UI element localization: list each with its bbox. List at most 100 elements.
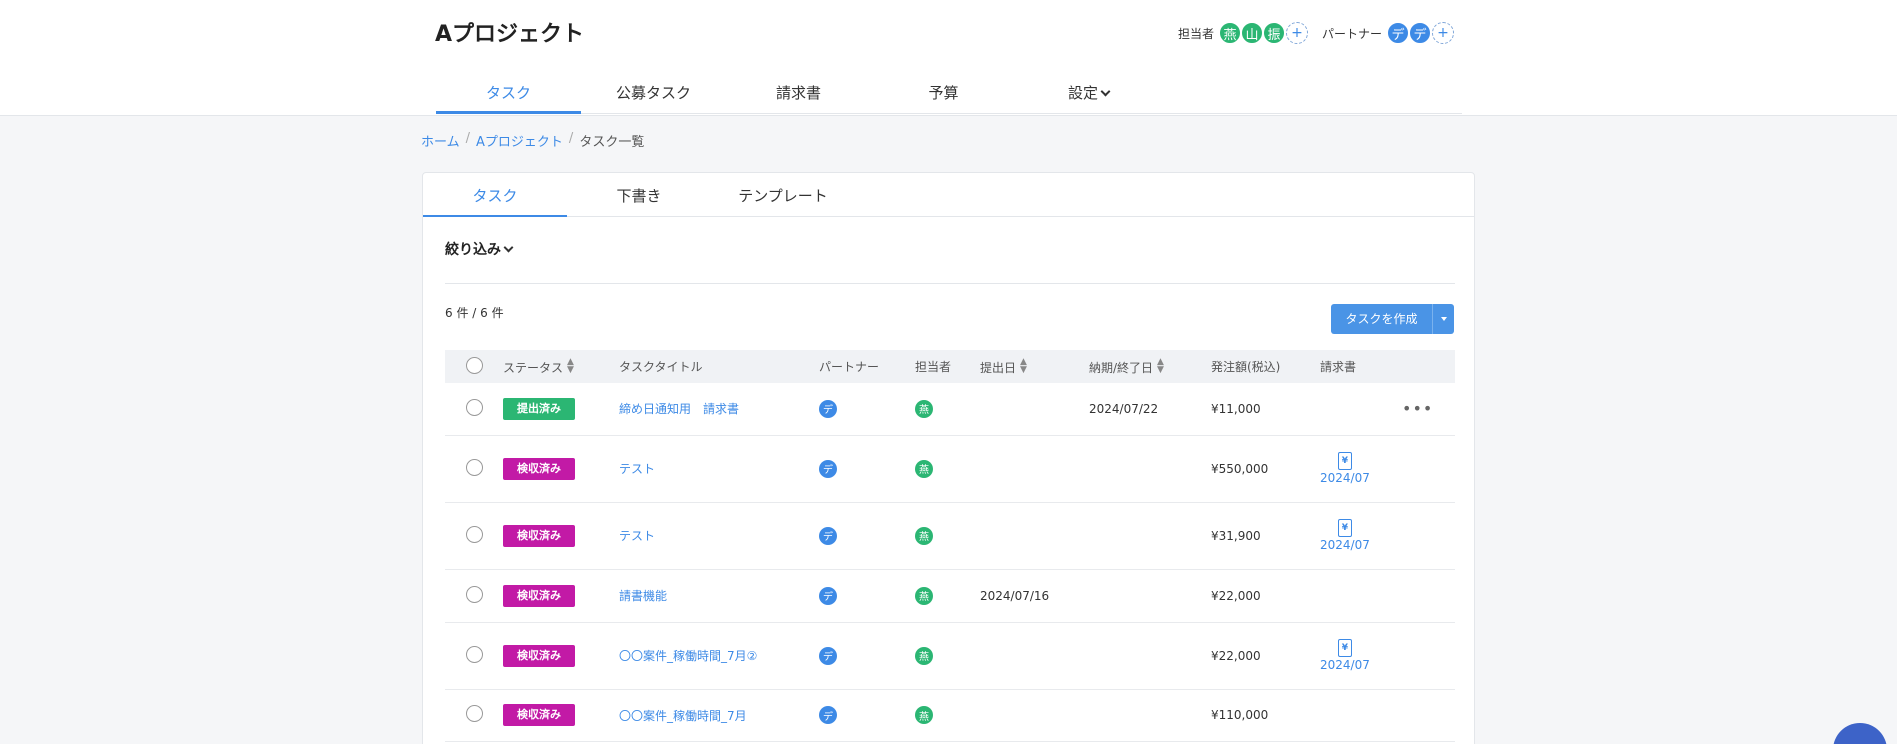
breadcrumb-current: タスク一覧 [579, 135, 645, 150]
assignee-avatar: 燕 [915, 526, 933, 545]
filter-label: 絞り込み [445, 242, 501, 258]
task-title-link[interactable]: 〇〇案件_稼働時間_7月 [619, 709, 747, 723]
breadcrumb-separator: / [568, 131, 574, 146]
due-date [1089, 689, 1211, 741]
invoice-document-icon: ¥ [1337, 519, 1352, 537]
table-row: 検収済み 請書機能 デ 燕 2024/07/16 ¥22,000 [445, 569, 1455, 622]
subtab-tasks[interactable]: タスク [423, 173, 567, 217]
create-task-button[interactable]: タスクを作成 [1331, 304, 1432, 334]
sort-icon: ▲ ▼ [1020, 356, 1027, 375]
header-status[interactable]: ステータス ▲ ▼ [503, 350, 619, 383]
invoice-month: 2024/07 [1320, 471, 1370, 485]
filter-toggle[interactable]: 絞り込み [445, 239, 514, 259]
task-title-link[interactable]: テスト [619, 529, 655, 543]
invoice-month: 2024/07 [1320, 658, 1370, 672]
order-amount: ¥22,000 [1211, 648, 1261, 663]
chat-widget-button[interactable] [1833, 723, 1887, 744]
tab-tasks[interactable]: タスク [436, 72, 581, 114]
divider [445, 283, 1455, 284]
top-header: Aプロジェクト 担当者 燕 山 振 + パートナー デ デ + タスク 公募タス… [0, 0, 1897, 116]
table-row: 提出済み 締め日通知用 請求書 デ 燕 2024/07/22 ¥11,000 •… [445, 383, 1455, 435]
project-title: Aプロジェクト [435, 22, 585, 47]
status-badge: 検収済み [503, 584, 575, 607]
add-assignee-button[interactable]: + [1286, 22, 1309, 44]
tab-invoices[interactable]: 請求書 [726, 72, 871, 113]
due-date [1089, 569, 1211, 622]
header-amount: 発注額(税込) [1211, 360, 1281, 374]
assignee-avatar[interactable]: 燕 [1218, 21, 1243, 45]
order-amount: ¥110,000 [1211, 708, 1269, 722]
due-date [1089, 622, 1211, 689]
task-table: ステータス ▲ ▼ タスクタイトル パートナー 担当者 提出日 ▲ ▼ 納期/終了日 ▲ ▼… [445, 350, 1455, 742]
due-date [1089, 435, 1211, 502]
header-invoice: 請求書 [1320, 360, 1357, 374]
assignee-avatar[interactable]: 山 [1240, 21, 1265, 45]
submitted-date: 2024/07/16 [980, 588, 1050, 603]
invoice-link[interactable]: ¥2024/07 [1320, 519, 1370, 552]
assignee-avatar: 燕 [915, 646, 933, 665]
sort-icon: ▲ ▼ [567, 356, 574, 375]
table-row: 検収済み テスト デ 燕 ¥31,900 ¥2024/07 [445, 502, 1455, 569]
partner-avatar: デ [819, 706, 837, 724]
row-select-checkbox[interactable] [466, 525, 483, 543]
status-badge: 提出済み [503, 397, 575, 420]
status-badge: 検収済み [503, 457, 575, 480]
header-title: タスクタイトル [619, 360, 703, 374]
add-partner-button[interactable]: + [1432, 22, 1455, 44]
tab-settings-label: 設定 [1067, 84, 1098, 102]
due-date: 2024/07/22 [1089, 401, 1159, 416]
invoice-document-icon: ¥ [1337, 452, 1352, 470]
assignee-avatar[interactable]: 振 [1262, 21, 1287, 45]
row-select-checkbox[interactable] [466, 585, 483, 603]
tab-public-tasks[interactable]: 公募タスク [581, 72, 726, 113]
partner-label: パートナー [1322, 26, 1383, 41]
subtab-templates[interactable]: テンプレート [711, 173, 855, 216]
task-title-link[interactable]: テスト [619, 462, 655, 476]
project-nav: タスク 公募タスク 請求書 予算 設定 [436, 72, 1462, 114]
partner-avatar: デ [819, 586, 837, 605]
order-amount: ¥22,000 [1211, 588, 1261, 603]
select-all-checkbox[interactable] [466, 356, 483, 374]
assignee-label: 担当者 [1178, 26, 1215, 41]
subtabs: タスク 下書き テンプレート [423, 173, 1474, 217]
partner-avatar[interactable]: デ [1408, 21, 1433, 45]
breadcrumb-project[interactable]: Aプロジェクト [476, 131, 563, 150]
tab-settings[interactable]: 設定 [1016, 72, 1161, 113]
row-select-checkbox[interactable] [466, 645, 483, 663]
task-title-link[interactable]: 請書機能 [619, 589, 667, 603]
task-list-card: タスク 下書き テンプレート 絞り込み 6 件 / 6 件 タスクを作成 ステー… [422, 172, 1475, 744]
header-partner: パートナー [819, 360, 880, 374]
due-date [1089, 502, 1211, 569]
row-select-checkbox[interactable] [466, 458, 483, 476]
submitted-date [980, 435, 1089, 502]
more-menu-icon[interactable]: ••• [1402, 399, 1433, 418]
table-row: 検収済み 〇〇案件_稼働時間_7月② デ 燕 ¥22,000 ¥2024/07 [445, 622, 1455, 689]
subtab-drafts[interactable]: 下書き [567, 173, 711, 216]
sort-icon: ▲ ▼ [1157, 356, 1164, 375]
invoice-link[interactable]: ¥2024/07 [1320, 639, 1370, 672]
invoice-document-icon: ¥ [1337, 639, 1352, 657]
tab-budget[interactable]: 予算 [871, 72, 1016, 113]
row-select-checkbox[interactable] [466, 398, 483, 416]
invoice-link[interactable]: ¥2024/07 [1320, 452, 1370, 485]
assignee-avatar: 燕 [915, 399, 933, 418]
table-row: 検収済み テスト デ 燕 ¥550,000 ¥2024/07 [445, 435, 1455, 502]
task-title-link[interactable]: 締め日通知用 請求書 [619, 402, 739, 416]
breadcrumb-home[interactable]: ホーム [421, 131, 460, 150]
assignee-avatar: 燕 [915, 706, 933, 724]
row-select-checkbox[interactable] [466, 705, 483, 722]
task-title-link[interactable]: 〇〇案件_稼働時間_7月② [619, 649, 757, 663]
partner-avatar: デ [819, 399, 837, 418]
breadcrumb: ホーム / Aプロジェクト / タスク一覧 [421, 131, 644, 150]
partner-avatar: デ [819, 526, 837, 545]
partner-avatar: デ [819, 646, 837, 665]
partner-avatar[interactable]: デ [1386, 21, 1411, 45]
result-count: 6 件 / 6 件 [445, 306, 504, 320]
order-amount: ¥11,000 [1211, 401, 1261, 416]
header-submitted[interactable]: 提出日 ▲ ▼ [980, 350, 1089, 383]
header-due[interactable]: 納期/終了日 ▲ ▼ [1089, 350, 1211, 383]
status-badge: 検収済み [503, 524, 575, 547]
breadcrumb-separator: / [465, 131, 471, 146]
chevron-down-icon [1100, 86, 1111, 97]
create-task-dropdown[interactable] [1432, 304, 1454, 334]
